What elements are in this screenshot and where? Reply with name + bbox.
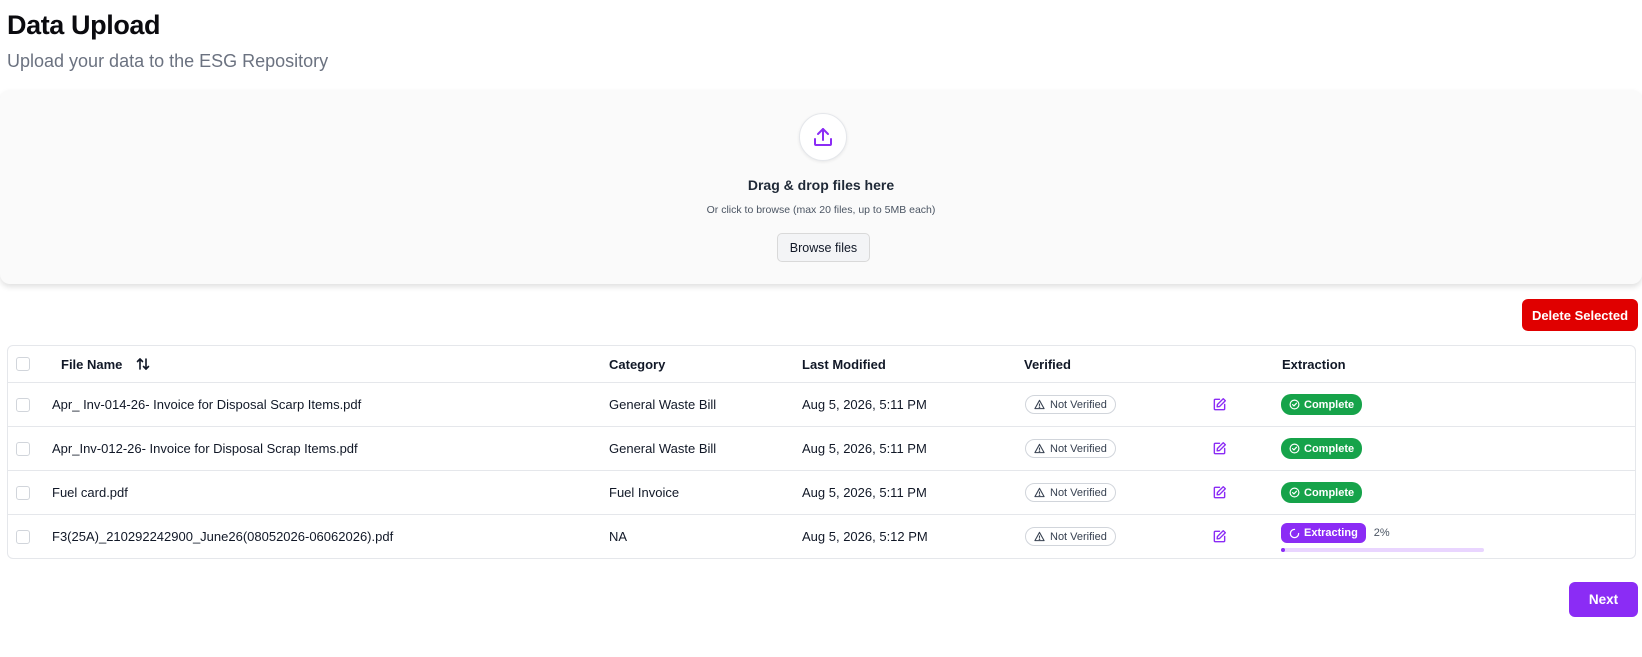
table-row: Fuel card.pdf Fuel Invoice Aug 5, 2026, … <box>8 470 1635 514</box>
column-header-extraction: Extraction <box>1282 356 1346 372</box>
page-subtitle: Upload your data to the ESG Repository <box>7 51 329 71</box>
verified-cell: Not Verified <box>1025 471 1116 514</box>
dropzone-title: Drag & drop files here <box>747 177 895 193</box>
column-header-verified: Verified <box>1024 356 1071 372</box>
extraction-label: Complete <box>1304 398 1355 411</box>
category-cell: NA <box>609 529 628 544</box>
verified-label: Not Verified <box>1050 530 1107 543</box>
edit-icon[interactable] <box>1212 383 1227 426</box>
extraction-label: Complete <box>1304 442 1355 455</box>
dropzone-hint: Or click to browse (max 20 files, up to … <box>706 204 936 216</box>
spinner-icon <box>1289 528 1300 538</box>
extraction-label: Extracting <box>1304 527 1358 539</box>
extraction-cell: Complete <box>1281 383 1363 426</box>
complete-badge: Complete <box>1281 394 1363 415</box>
files-table: File Name Category Last Modified Verifie… <box>7 345 1636 559</box>
row-checkbox[interactable] <box>16 441 30 456</box>
warning-icon <box>1034 399 1045 410</box>
verified-label: Not Verified <box>1050 442 1107 455</box>
file-name-cell: F3(25A)_210292242900_June26(08052026-060… <box>52 529 394 544</box>
edit-icon[interactable] <box>1212 471 1227 514</box>
warning-icon <box>1034 531 1045 542</box>
check-circle-icon <box>1289 443 1300 454</box>
extraction-cell: Complete <box>1281 427 1363 470</box>
column-header-label: File Name <box>61 356 123 372</box>
check-circle-icon <box>1289 399 1300 410</box>
extraction-cell: Complete <box>1281 471 1363 514</box>
extraction-label: Complete <box>1304 486 1355 499</box>
extracting-badge: Extracting <box>1281 523 1366 543</box>
edit-icon[interactable] <box>1212 515 1227 558</box>
next-button[interactable]: Next <box>1569 582 1638 617</box>
verified-label: Not Verified <box>1050 486 1107 499</box>
file-dropzone[interactable]: Drag & drop files here Or click to brows… <box>0 90 1642 284</box>
category-cell: Fuel Invoice <box>609 485 680 500</box>
table-header: File Name Category Last Modified Verifie… <box>8 346 1635 382</box>
extraction-progress-bar <box>1281 548 1484 552</box>
warning-icon <box>1034 443 1045 454</box>
upload-icon <box>799 113 847 161</box>
browse-files-button[interactable]: Browse files <box>777 233 870 262</box>
last-modified-cell: Aug 5, 2026, 5:11 PM <box>802 397 927 412</box>
category-cell: General Waste Bill <box>609 397 717 412</box>
not-verified-badge: Not Verified <box>1025 439 1116 458</box>
column-header-last-modified: Last Modified <box>802 356 886 372</box>
last-modified-cell: Aug 5, 2026, 5:12 PM <box>802 529 928 544</box>
column-header-file-name[interactable]: File Name <box>61 346 150 382</box>
category-cell: General Waste Bill <box>609 441 717 456</box>
verified-label: Not Verified <box>1050 398 1107 411</box>
file-name-cell: Fuel card.pdf <box>52 485 128 500</box>
complete-badge: Complete <box>1281 438 1363 459</box>
edit-icon[interactable] <box>1212 427 1227 470</box>
column-header-category: Category <box>609 356 666 372</box>
not-verified-badge: Not Verified <box>1025 483 1116 502</box>
row-checkbox[interactable] <box>16 397 30 412</box>
verified-cell: Not Verified <box>1025 427 1116 470</box>
verified-cell: Not Verified <box>1025 383 1116 426</box>
delete-selected-button[interactable]: Delete Selected <box>1522 299 1638 331</box>
select-all-checkbox[interactable] <box>16 357 30 371</box>
sort-icon[interactable] <box>136 357 150 371</box>
warning-icon <box>1034 487 1045 498</box>
extraction-cell: Extracting 2% <box>1281 515 1390 551</box>
table-row: F3(25A)_210292242900_June26(08052026-060… <box>8 514 1635 558</box>
progress-percent: 2% <box>1373 527 1390 539</box>
not-verified-badge: Not Verified <box>1025 395 1116 414</box>
row-checkbox[interactable] <box>16 485 30 500</box>
row-checkbox[interactable] <box>16 529 30 544</box>
not-verified-badge: Not Verified <box>1025 527 1116 546</box>
file-name-cell: Apr_ Inv-014-26- Invoice for Disposal Sc… <box>52 397 362 412</box>
check-circle-icon <box>1289 487 1300 498</box>
table-row: Apr_ Inv-014-26- Invoice for Disposal Sc… <box>8 382 1635 426</box>
verified-cell: Not Verified <box>1025 515 1116 558</box>
last-modified-cell: Aug 5, 2026, 5:11 PM <box>802 485 927 500</box>
page-title: Data Upload <box>7 10 161 40</box>
complete-badge: Complete <box>1281 482 1363 503</box>
table-row: Apr_Inv-012-26- Invoice for Disposal Scr… <box>8 426 1635 470</box>
file-name-cell: Apr_Inv-012-26- Invoice for Disposal Scr… <box>52 441 358 456</box>
last-modified-cell: Aug 5, 2026, 5:11 PM <box>802 441 927 456</box>
extraction-progress-fill <box>1281 548 1286 552</box>
